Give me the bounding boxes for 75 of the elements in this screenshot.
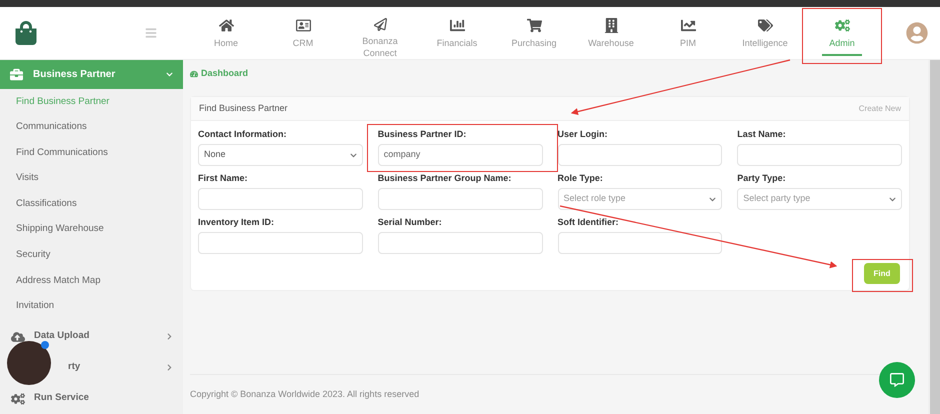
caret-icon <box>709 196 716 202</box>
input-field[interactable] <box>737 144 902 166</box>
nav-tab[interactable]: Home <box>193 10 259 58</box>
annotation-box <box>852 259 913 292</box>
input-field[interactable] <box>378 188 542 210</box>
gears-icon <box>11 392 25 406</box>
input-field[interactable] <box>558 232 722 254</box>
sidebar-group[interactable]: rty <box>68 360 157 375</box>
cart-icon <box>526 18 542 32</box>
chevron-icon <box>166 333 173 340</box>
house-icon <box>218 18 234 32</box>
sidebar-item[interactable]: Find Business Partner <box>0 88 183 114</box>
input-field[interactable]: company <box>378 144 542 166</box>
building-icon <box>604 18 618 32</box>
caret-icon <box>889 196 896 202</box>
input-field[interactable] <box>198 188 363 210</box>
input-field[interactable] <box>558 144 722 166</box>
gears-icon <box>834 18 850 32</box>
active-underline <box>822 54 862 56</box>
select-field[interactable]: None <box>198 144 363 166</box>
sidebar-group[interactable]: Data Upload <box>34 329 157 344</box>
field-label: Party Type: <box>737 172 787 184</box>
bag-logo-icon <box>14 21 38 45</box>
line-chart-icon <box>680 18 696 32</box>
briefcase-icon <box>10 68 23 81</box>
field-label: First Name: <box>198 172 249 184</box>
nav-tab[interactable]: Admin <box>809 10 875 58</box>
nav-tab[interactable]: Bonanza Connect <box>347 10 413 58</box>
field-label: Role Type: <box>558 172 604 184</box>
cloud-upload-icon <box>11 330 25 344</box>
input-field[interactable] <box>198 232 363 254</box>
field-label: Soft Identifier: <box>558 216 620 228</box>
sidebar-item[interactable]: Classifications <box>0 191 183 217</box>
dashboard-icon <box>190 70 198 78</box>
menu-icon[interactable] <box>145 27 157 39</box>
sidebar-item[interactable]: Shipping Warehouse <box>0 216 183 242</box>
nav-tab[interactable]: Purchasing <box>501 10 567 58</box>
nav-tab[interactable]: Intelligence <box>732 10 798 58</box>
sidebar-item[interactable]: Security <box>0 242 183 268</box>
create-new-link[interactable]: Create New <box>858 102 901 114</box>
nav-tab[interactable]: Warehouse <box>578 10 644 58</box>
field-label: Serial Number: <box>378 216 443 228</box>
nav-tab[interactable]: CRM <box>270 10 336 58</box>
field-label: Last Name: <box>737 128 787 140</box>
find-button[interactable]: Find <box>864 263 900 284</box>
sidebar-item[interactable]: Address Match Map <box>0 268 183 294</box>
input-field[interactable] <box>378 232 542 254</box>
nav-tab[interactable]: Financials <box>424 10 490 58</box>
copyright-text: Copyright © Bonanza Worldwide 2023. All rights reserved <box>190 388 420 401</box>
tags-icon <box>758 18 772 32</box>
chat-icon <box>890 373 904 387</box>
field-label: Inventory Item ID: <box>198 216 276 228</box>
caret-icon <box>350 152 357 158</box>
sidebar-item[interactable]: Communications <box>0 114 183 140</box>
nav-tab[interactable]: PIM <box>655 10 721 58</box>
field-label: Business Partner Group Name: <box>378 172 512 184</box>
user-avatar-icon[interactable] <box>906 22 928 44</box>
card-title: Find Business Partner <box>199 102 288 115</box>
chat-button[interactable] <box>879 362 915 398</box>
field-label: User Login: <box>558 128 609 140</box>
breadcrumb-link[interactable]: Dashboard <box>201 67 248 81</box>
id-card-icon <box>296 18 310 32</box>
chevron-icon <box>166 70 173 78</box>
sidebar-item[interactable]: Invitation <box>0 293 183 319</box>
sidebar-group[interactable]: Run Service <box>34 391 173 406</box>
paper-plane-icon <box>372 18 388 30</box>
select-field[interactable]: Select role type <box>558 188 722 210</box>
sidebar-section[interactable]: Business Partner <box>0 60 183 89</box>
sidebar-item[interactable]: Visits <box>0 166 183 192</box>
bar-chart-icon <box>450 18 464 32</box>
field-label: Contact Information: <box>198 128 288 140</box>
chevron-icon <box>166 364 173 371</box>
select-field[interactable]: Select party type <box>737 188 902 210</box>
field-label: Business Partner ID: <box>378 128 468 140</box>
sidebar-item[interactable]: Find Communications <box>0 140 183 166</box>
